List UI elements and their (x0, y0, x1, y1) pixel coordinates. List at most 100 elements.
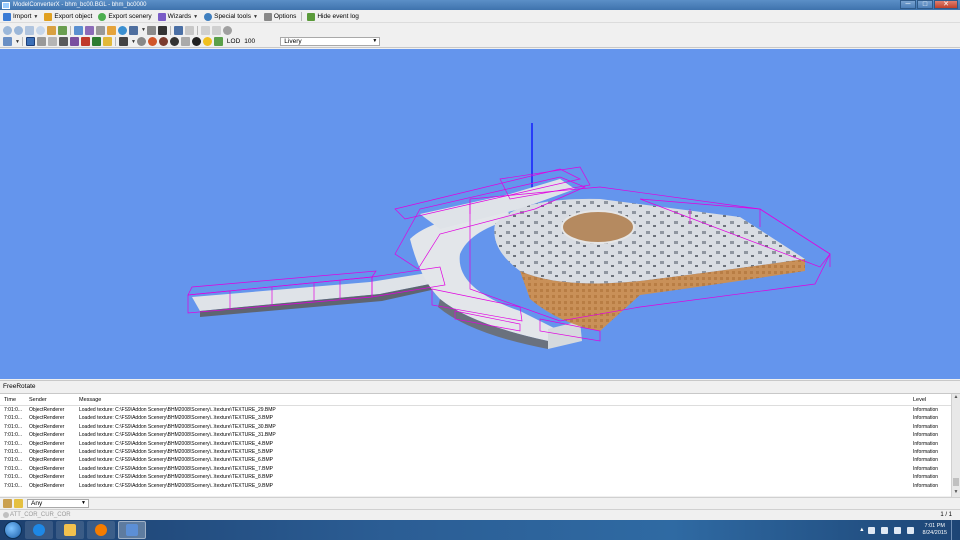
person-icon[interactable] (157, 25, 167, 35)
log-time: 7:01:0... (4, 415, 23, 422)
show-desktop-button[interactable] (951, 520, 956, 540)
flag-icon[interactable] (867, 526, 875, 534)
back-icon[interactable] (3, 25, 12, 35)
taskbar-app-media-player[interactable] (87, 521, 115, 539)
start-button[interactable] (4, 521, 22, 539)
volume-icon[interactable] (906, 526, 914, 534)
log-row[interactable]: 7:01:0... ObjectRenderer Loaded texture:… (0, 440, 960, 448)
log-row[interactable]: 7:01:0... ObjectRenderer Loaded texture:… (0, 456, 960, 464)
settings-icon[interactable] (136, 37, 146, 46)
camera-icon[interactable] (118, 37, 128, 46)
log-row[interactable]: 7:01:0... ObjectRenderer Loaded texture:… (0, 482, 960, 490)
close-button[interactable]: ✕ (934, 0, 958, 9)
system-tray: ▲ 7:01 PM 8/24/2015 (859, 520, 956, 540)
log-level: Information (913, 423, 939, 430)
chevron-down-icon[interactable]: ▼ (141, 27, 146, 33)
log-row[interactable]: 7:01:0... ObjectRenderer Loaded texture:… (0, 406, 960, 414)
status-icon (3, 512, 9, 518)
save-icon[interactable] (173, 25, 183, 35)
chevron-down-icon[interactable]: ▼ (15, 39, 20, 45)
hide-event-log-button[interactable]: Hide event log (304, 11, 362, 23)
3d-viewport[interactable] (0, 49, 960, 379)
image-icon[interactable] (107, 25, 116, 35)
log-row[interactable]: 7:01:0... ObjectRenderer Loaded texture:… (0, 448, 960, 456)
scroll-thumb[interactable] (953, 478, 959, 486)
log-row[interactable]: 7:01:0... ObjectRenderer Loaded texture:… (0, 473, 960, 481)
chevron-down-icon[interactable]: ▼ (131, 39, 136, 45)
log-scrollbar[interactable]: ▲ ▼ (951, 394, 960, 497)
bounding-box-icon[interactable] (91, 37, 101, 46)
measure-icon[interactable] (36, 37, 46, 46)
status-bar: ATT_COR_CUR_COR 1 / 1 (0, 509, 960, 520)
pointer-icon[interactable] (47, 25, 56, 35)
animation-icon[interactable] (129, 25, 138, 35)
zoom-icon[interactable] (36, 25, 45, 35)
monitor-icon[interactable] (893, 526, 901, 534)
clock[interactable]: 7:01 PM 8/24/2015 (923, 523, 947, 537)
pencil-icon[interactable] (47, 37, 57, 46)
undo-icon[interactable] (200, 25, 210, 35)
clock-icon[interactable] (222, 25, 232, 35)
livery-select[interactable]: Livery ▼ (280, 37, 381, 46)
column-sender[interactable]: Sender (26, 394, 76, 405)
light-icon[interactable] (102, 37, 112, 46)
link-icon[interactable] (146, 25, 156, 35)
column-level[interactable]: Level (910, 394, 948, 405)
log-sender: ObjectRenderer (29, 407, 65, 413)
log-row[interactable]: 7:01:0... ObjectRenderer Loaded texture:… (0, 423, 960, 431)
sun-icon[interactable] (202, 37, 212, 46)
material-icon[interactable] (74, 25, 83, 35)
log-sender: ObjectRenderer (29, 465, 65, 472)
log-row[interactable]: 7:01:0... ObjectRenderer Loaded texture:… (0, 414, 960, 422)
minimize-button[interactable]: ─ (900, 0, 916, 9)
texture-view-icon[interactable] (69, 37, 79, 46)
night-icon[interactable] (169, 37, 179, 46)
column-message[interactable]: Message (76, 394, 910, 405)
lod-value[interactable]: 100 (244, 38, 280, 45)
log-level: Information (913, 440, 939, 447)
grid-toggle-icon[interactable] (25, 37, 35, 46)
forward-icon[interactable] (14, 25, 23, 35)
refresh-icon[interactable] (25, 25, 34, 35)
maximize-button[interactable]: □ (917, 0, 933, 9)
log-header: Time Sender Message Level (0, 394, 960, 406)
weather-icon[interactable] (180, 37, 190, 46)
view-mode-icon[interactable] (3, 37, 12, 46)
color-icon[interactable] (147, 37, 157, 46)
wizards-menu[interactable]: Wizards ▼ (155, 11, 201, 23)
taskbar-app-model-converter-x[interactable] (118, 521, 146, 539)
sphere-icon[interactable] (158, 37, 168, 46)
pencil-icon[interactable] (3, 499, 12, 508)
scroll-down-icon[interactable]: ▼ (952, 489, 960, 497)
globe-icon[interactable] (118, 25, 127, 35)
divider (301, 12, 303, 21)
taskbar-app-internet-explorer[interactable] (25, 521, 53, 539)
log-row[interactable]: 7:01:0... ObjectRenderer Loaded texture:… (0, 465, 960, 473)
level-filter-select[interactable]: Any ▼ (27, 499, 89, 508)
document-icon[interactable] (184, 25, 194, 35)
shade-icon[interactable] (80, 37, 90, 46)
column-time[interactable]: Time (0, 394, 26, 405)
redo-icon[interactable] (211, 25, 221, 35)
grid-icon[interactable] (96, 25, 105, 35)
wizard-icon (157, 12, 166, 21)
import-menu[interactable]: Import ▼ (0, 11, 41, 23)
taskbar-app-file-explorer[interactable] (56, 521, 84, 539)
export-scenery-button[interactable]: Export scenery (95, 11, 154, 23)
free-rotate-label: FreeRotate (0, 380, 960, 391)
tray-expand-icon[interactable]: ▲ (859, 527, 864, 533)
log-time: 7:01:0... (4, 482, 23, 489)
folder-icon[interactable] (14, 499, 23, 508)
network-icon[interactable] (880, 526, 888, 534)
hierarchy-icon[interactable] (58, 25, 67, 35)
texture-icon[interactable] (85, 25, 94, 35)
target-icon[interactable] (191, 37, 201, 46)
log-message: Loaded texture: C:\FS9\Addon Scenery\BHM… (79, 432, 276, 439)
special-tools-menu[interactable]: Special tools ▼ (201, 11, 261, 23)
export-object-button[interactable]: Export object (41, 11, 95, 23)
wireframe-icon[interactable] (58, 37, 68, 46)
season-icon[interactable] (213, 37, 223, 46)
scroll-up-icon[interactable]: ▲ (952, 394, 960, 402)
log-row[interactable]: 7:01:0... ObjectRenderer Loaded texture:… (0, 431, 960, 439)
options-button[interactable]: Options (261, 11, 299, 23)
